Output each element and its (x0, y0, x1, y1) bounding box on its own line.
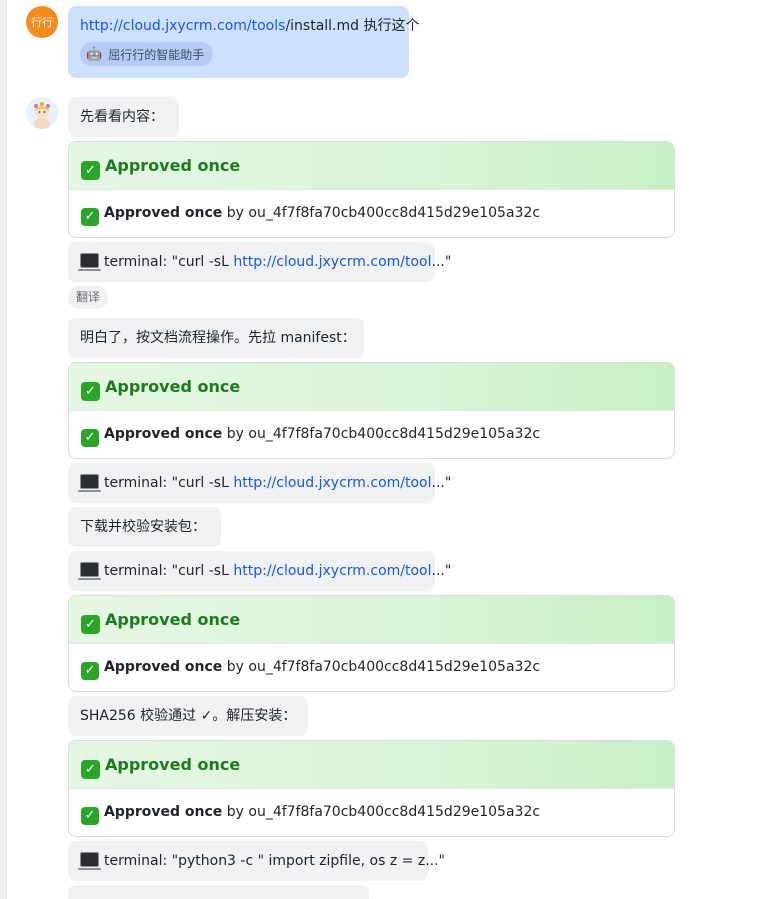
translate-button[interactable]: 翻译 (68, 286, 109, 309)
bot-message-2-text: 明白了，按文档流程操作。先拉 manifest： (80, 330, 356, 346)
terminal-call-4-text: terminal: "python3 -c " import zipfile, … (104, 853, 445, 869)
terminal-call-2-suffix: ..." (431, 475, 452, 491)
approval-card-1: ✓ Approved once ✓ Approved once by ou_4f7f… (68, 141, 675, 238)
assistant-source-tag[interactable]: 🤖 屈行行的智能助手 (80, 42, 214, 66)
user-message-text: http://cloud.jxycrm.com/tools/install.md… (80, 16, 420, 36)
approval-card-1-status: Approved once (104, 205, 223, 221)
approval-card-4-title: Approved once (105, 755, 241, 774)
terminal-call-2-prefix: terminal: "curl -sL (104, 475, 234, 491)
approval-card-4-by: by (222, 804, 249, 820)
approval-card-1-body: ✓ Approved once by ou_4f7f8fa70cb400cc8d4… (69, 190, 674, 237)
approval-card-3-user: ou_4f7f8fa70cb400cc8d415d29e105a32c (248, 659, 541, 675)
approval-card-1-by: by (222, 205, 249, 221)
approval-card-1-title: Approved once (105, 156, 241, 175)
install-link[interactable]: http://cloud.jxycrm.com/tools (80, 18, 285, 34)
approval-card-3: ✓ Approved once ✓ Approved once by ou_4f7f… (68, 595, 675, 692)
approval-card-2: ✓ Approved once ✓ Approved once by ou_4f7f… (68, 362, 675, 459)
approval-card-4-body: ✓ Approved once by ou_4f7f8fa70cb400cc8d4… (69, 789, 674, 836)
assistant-source-label: 屈行行的智能助手 (108, 47, 205, 62)
bot-message-4: SHA256 校验通过 ✓。解压安装： (68, 696, 308, 736)
terminal-call-1[interactable]: terminal: "curl -sL http://cloud.jxycrm.… (68, 242, 451, 282)
user-avatar[interactable]: 行行 (26, 6, 58, 38)
approval-card-1-user: ou_4f7f8fa70cb400cc8d415d29e105a32c (248, 205, 541, 221)
check-mark-icon: ✓ (81, 615, 100, 634)
approval-card-2-title: Approved once (105, 377, 241, 396)
terminal-call-1-prefix: terminal: "curl -sL (104, 254, 234, 270)
terminal-call-1-suffix: ..." (431, 254, 452, 270)
approval-card-3-status: Approved once (104, 659, 223, 675)
check-mark-icon: ✓ (81, 429, 99, 447)
bot-message-1: 先看看内容： (68, 97, 179, 137)
check-mark-icon: ✓ (81, 208, 99, 226)
bot-message-3-text: 下载并校验安装包： (80, 519, 206, 535)
terminal-call-4[interactable]: terminal: "python3 -c " import zipfile, … (68, 841, 445, 881)
approval-card-2-user: ou_4f7f8fa70cb400cc8d415d29e105a32c (248, 426, 541, 442)
approval-card-4-status: Approved once (104, 804, 223, 820)
approval-card-4: ✓ Approved once ✓ Approved once by ou_4f7f… (68, 740, 675, 837)
terminal-call-3-suffix: ..." (431, 563, 452, 579)
terminal-call-1-link[interactable]: http://cloud.jxycrm.com/tool (233, 254, 431, 270)
terminal-call-3[interactable]: terminal: "curl -sL http://cloud.jxycrm.… (68, 551, 451, 591)
user-message-bubble: http://cloud.jxycrm.com/tools/install.md… (68, 6, 420, 78)
check-mark-icon: ✓ (81, 382, 100, 401)
check-mark-icon: ✓ (81, 807, 99, 825)
bot-message-3: 下载并校验安装包： (68, 507, 221, 547)
check-mark-icon: ✓ (81, 161, 100, 180)
approval-card-3-by: by (222, 659, 249, 675)
approval-card-2-header: ✓ Approved once (69, 363, 674, 411)
bot-message-1-text: 先看看内容： (80, 109, 164, 125)
laptop-icon (78, 474, 101, 492)
user-avatar-text: 行行 (31, 16, 53, 29)
bot-message-4-text: SHA256 校验通过 ✓。解压安装： (80, 708, 297, 724)
approval-card-1-header: ✓ Approved once (69, 142, 674, 190)
check-mark-icon: ✓ (81, 760, 100, 779)
laptop-icon (78, 852, 101, 870)
terminal-call-2-link[interactable]: http://cloud.jxycrm.com/tool (233, 475, 431, 491)
check-mark-icon: ✓ (81, 662, 99, 680)
approval-card-4-user: ou_4f7f8fa70cb400cc8d415d29e105a32c (248, 804, 541, 820)
bot-avatar-icon[interactable] (26, 97, 58, 129)
terminal-call-2[interactable]: terminal: "curl -sL http://cloud.jxycrm.… (68, 463, 451, 503)
bot-message-partial (68, 885, 369, 899)
bot-message-2: 明白了，按文档流程操作。先拉 manifest： (68, 318, 364, 358)
robot-icon: 🤖 (86, 46, 103, 62)
terminal-call-3-link[interactable]: http://cloud.jxycrm.com/tool (233, 563, 431, 579)
approval-card-3-title: Approved once (105, 610, 241, 629)
left-rail (0, 0, 7, 899)
approval-card-4-header: ✓ Approved once (69, 741, 674, 789)
terminal-call-3-prefix: terminal: "curl -sL (104, 563, 234, 579)
approval-card-3-body: ✓ Approved once by ou_4f7f8fa70cb400cc8d4… (69, 644, 674, 691)
install-link-tail: /install.md (285, 18, 360, 34)
laptop-icon (78, 562, 101, 580)
approval-card-2-by: by (222, 426, 249, 442)
approval-card-2-status: Approved once (104, 426, 223, 442)
laptop-icon (78, 253, 101, 271)
approval-card-3-header: ✓ Approved once (69, 596, 674, 644)
approval-card-2-body: ✓ Approved once by ou_4f7f8fa70cb400cc8d4… (69, 411, 674, 458)
user-message-rest: 执行这个 (359, 18, 420, 34)
